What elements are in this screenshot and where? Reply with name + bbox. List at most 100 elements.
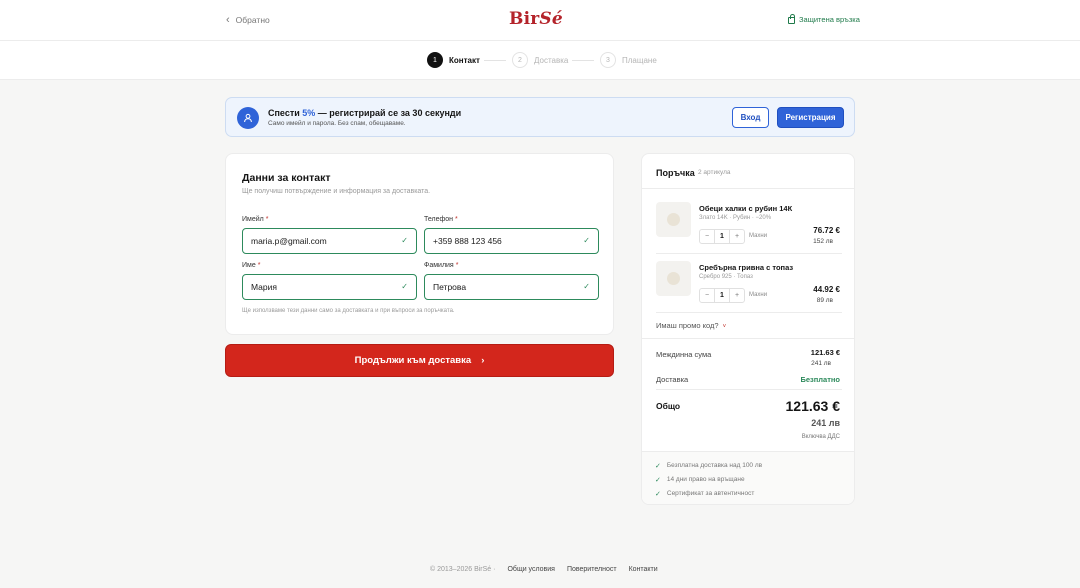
- contact-details-card: Данни за контакт Ще получиш потвърждение…: [225, 153, 614, 335]
- email-field[interactable]: maria.p@gmail.com ✓: [242, 228, 417, 254]
- first-name-field[interactable]: Мария ✓: [242, 274, 417, 300]
- shipping-label: Доставка: [656, 375, 689, 384]
- last-name-field[interactable]: Петрова ✓: [424, 274, 599, 300]
- top-header: ‹ Обратно BirSé Защитена връзка: [0, 0, 1080, 41]
- total-bgn: 241 лв: [811, 418, 840, 428]
- continue-to-delivery-button[interactable]: Продължи към доставка ›: [225, 344, 614, 377]
- step-connector: [572, 60, 594, 61]
- phone-value: +359 888 123 456: [433, 236, 502, 246]
- contact-description: Ще получиш потвърждение и информация за …: [242, 188, 431, 195]
- register-button[interactable]: Регистрация: [777, 107, 844, 128]
- item-name: Сребърна гривна с топаз: [699, 263, 794, 272]
- footer-link-privacy[interactable]: Поверителност: [567, 566, 617, 573]
- total-eur: 121.63 €: [785, 398, 841, 414]
- order-item-count: 2 артикула: [698, 169, 731, 176]
- minus-button[interactable]: −: [700, 292, 714, 299]
- perk-text: Сертификат за автентичност: [666, 490, 755, 497]
- step-label: Плащане: [622, 55, 657, 65]
- required-mark: *: [257, 262, 261, 269]
- item-meta: Злато 14K · Рубин · −20%: [699, 215, 772, 221]
- subtotal-eur: 121.63 €: [810, 348, 840, 357]
- back-link[interactable]: ‹ Обратно: [226, 14, 270, 26]
- email-value: maria.p@gmail.com: [251, 236, 327, 246]
- banner-title-post: — регистрирай се за 30 секунди: [315, 108, 462, 118]
- first-name-label-text: Име: [242, 262, 256, 269]
- plus-button[interactable]: +: [730, 233, 744, 240]
- promo-code-toggle[interactable]: Имаш промо код? ˅: [656, 321, 726, 330]
- required-mark: *: [455, 216, 458, 223]
- first-name-label: Име *: [242, 262, 260, 269]
- banner-subtitle: Само имейл и парола. Без спам, обещаваме…: [268, 120, 406, 127]
- perk-item: ✓ 14 дни право на връщане: [655, 476, 745, 484]
- logo-text-right: Sé: [539, 9, 563, 29]
- order-heading: Поръчка: [656, 168, 695, 178]
- item-price-bgn: 89 лв: [816, 297, 833, 304]
- phone-label: Телефон *: [424, 216, 458, 223]
- perk-item: ✓ Сертификат за автентичност: [655, 490, 754, 498]
- vat-note: Включва ДДС: [801, 434, 840, 440]
- copyright: © 2013–2026 BirSé ·: [430, 566, 496, 573]
- perk-text: 14 дни право на връщане: [666, 476, 745, 483]
- subtotal-bgn: 241 лв: [811, 360, 831, 367]
- checkout-stepper: 1 Контакт 2 Доставка 3 Плащане: [0, 41, 1080, 80]
- quantity-value: 1: [714, 230, 730, 243]
- step-label: Доставка: [534, 55, 569, 65]
- product-thumbnail: [656, 202, 691, 237]
- step-contact[interactable]: 1 Контакт: [427, 52, 480, 68]
- total-label: Общо: [656, 401, 681, 411]
- required-mark: *: [455, 262, 459, 269]
- check-icon: ✓: [401, 236, 408, 245]
- brand-logo[interactable]: BirSé: [509, 9, 563, 29]
- continue-label: Продължи към доставка: [354, 355, 472, 366]
- plus-button[interactable]: +: [730, 292, 744, 299]
- phone-field[interactable]: +359 888 123 456 ✓: [424, 228, 599, 254]
- login-button[interactable]: Вход: [732, 107, 769, 128]
- step-label: Контакт: [449, 55, 480, 65]
- page-footer: © 2013–2026 BirSé · Общи условия Поверит…: [430, 566, 658, 573]
- last-name-value: Петрова: [433, 282, 467, 292]
- chevron-right-icon: ›: [481, 355, 485, 366]
- item-name: Обеци халки с рубин 14К: [699, 204, 793, 213]
- divider: [656, 312, 842, 313]
- step-number: 3: [600, 52, 616, 68]
- email-label-text: Имейл: [242, 216, 264, 223]
- quantity-stepper: − 1 +: [699, 288, 745, 303]
- remove-item-link[interactable]: Махни: [749, 233, 767, 239]
- check-icon: ✓: [583, 282, 590, 291]
- logo-text-left: Bir: [509, 9, 540, 29]
- step-delivery: 2 Доставка: [512, 52, 568, 68]
- chevron-left-icon: ‹: [226, 14, 230, 26]
- banner-title-pre: Спести: [268, 108, 303, 118]
- last-name-label-text: Фамилия: [424, 262, 454, 269]
- divider: [642, 188, 854, 189]
- chevron-down-icon: ˅: [722, 324, 727, 330]
- quantity-value: 1: [714, 289, 730, 302]
- privacy-note: Ще използваме тези данни само за доставк…: [242, 308, 455, 314]
- back-label: Обратно: [235, 15, 270, 25]
- subtotal-label: Междинна сума: [656, 350, 712, 359]
- check-icon: ✓: [655, 477, 661, 484]
- lock-icon: [788, 14, 795, 24]
- item-price-eur: 76.72 €: [813, 226, 840, 235]
- first-name-value: Мария: [251, 282, 277, 292]
- footer-link-contacts[interactable]: Контакти: [629, 566, 658, 573]
- minus-button[interactable]: −: [700, 233, 714, 240]
- divider: [656, 253, 842, 254]
- email-label: Имейл *: [242, 216, 268, 223]
- divider: [642, 338, 854, 339]
- shipping-value: Безплатно: [800, 375, 840, 384]
- footer-link-terms[interactable]: Общи условия: [507, 566, 554, 573]
- banner-discount: 5%: [302, 108, 316, 118]
- remove-item-link[interactable]: Махни: [749, 292, 767, 298]
- item-price-bgn: 152 лв: [813, 238, 833, 245]
- secure-connection-badge: Защитена връзка: [788, 14, 860, 24]
- item-meta: Сребро 925 · Топаз: [699, 274, 753, 280]
- phone-label-text: Телефон: [424, 216, 454, 223]
- check-icon: ✓: [655, 463, 661, 470]
- last-name-label: Фамилия *: [424, 262, 458, 269]
- step-payment: 3 Плащане: [600, 52, 657, 68]
- quantity-stepper: − 1 +: [699, 229, 745, 244]
- check-icon: ✓: [655, 491, 661, 498]
- promo-label: Имаш промо код?: [656, 321, 719, 330]
- user-icon: [237, 107, 259, 129]
